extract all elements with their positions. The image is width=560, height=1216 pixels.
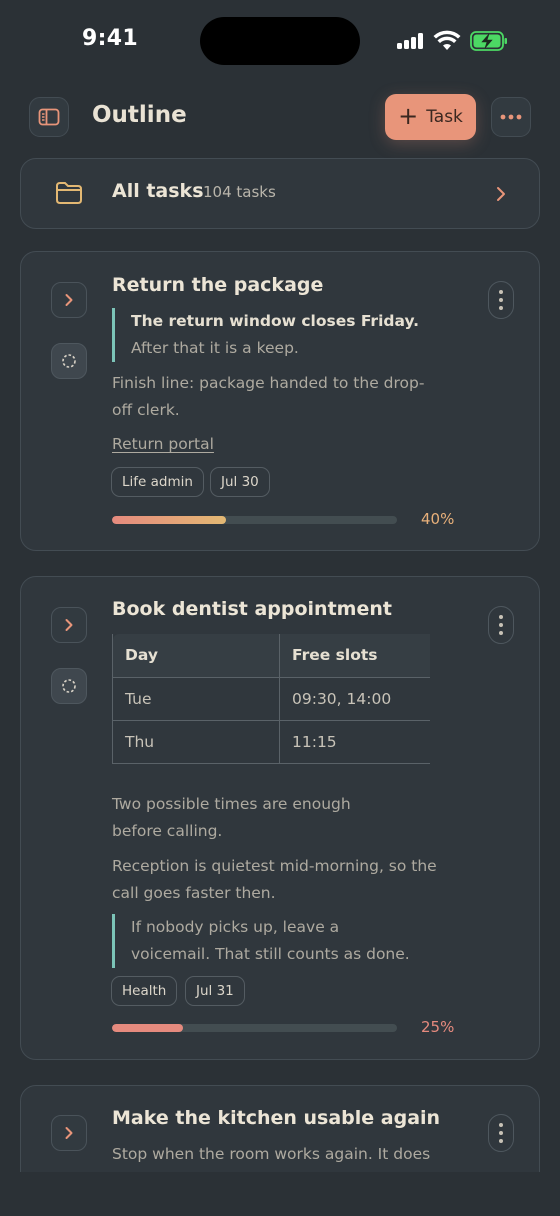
quote-emphasis: The return window closes Friday.	[131, 312, 420, 330]
progress-percent: 40%	[421, 510, 455, 528]
quote-text: After that it is a keep.	[131, 339, 299, 357]
add-task-button[interactable]: + Task	[385, 94, 476, 140]
date-chip[interactable]: Jul 30	[210, 467, 270, 497]
task-status-button[interactable]	[51, 343, 87, 379]
progress-percent: 25%	[421, 1018, 455, 1036]
expand-button[interactable]	[51, 607, 87, 643]
wifi-icon	[433, 30, 461, 50]
page-title: Outline	[92, 102, 187, 128]
table-header-row: Day Free slots	[112, 634, 430, 678]
more-options-button[interactable]	[491, 97, 531, 137]
progress-bar	[112, 1024, 397, 1032]
sidebar-toggle-button[interactable]	[29, 97, 69, 137]
task-title: Return the package	[112, 274, 324, 296]
chevron-right-icon	[65, 1127, 73, 1139]
task-title: Make the kitchen usable again	[112, 1107, 441, 1129]
task-status-button[interactable]	[51, 668, 87, 704]
task-note: Reception is quietest mid-morning, so th…	[112, 857, 437, 902]
task-description: Two possible times are enough before cal…	[112, 795, 351, 840]
return-portal-link[interactable]: Return portal	[112, 435, 214, 453]
chevron-right-icon	[65, 619, 73, 631]
table-row: Thu 11:15	[112, 719, 430, 764]
table-row: Tue 09:30, 14:00	[112, 676, 430, 721]
tag-chip[interactable]: Life admin	[111, 467, 204, 497]
chevron-right-icon	[497, 187, 505, 201]
all-tasks-count: 104 tasks	[203, 183, 276, 201]
table-header-cell: Day	[112, 634, 280, 678]
progress-fill	[112, 1024, 184, 1032]
all-tasks-row[interactable]	[20, 158, 540, 229]
chevron-right-icon	[65, 294, 73, 306]
expand-button[interactable]	[51, 1115, 87, 1151]
expand-button[interactable]	[51, 282, 87, 318]
table-cell: Thu	[112, 719, 280, 764]
progress-bar	[112, 516, 397, 524]
date-chip[interactable]: Jul 31	[185, 976, 245, 1006]
more-horizontal-icon	[500, 114, 522, 120]
sidebar-icon	[38, 108, 60, 126]
task-menu-button[interactable]	[488, 606, 514, 644]
free-slots-table: Day Free slots Tue 09:30, 14:00 Thu 11:1…	[112, 634, 430, 764]
folder-icon	[56, 182, 82, 204]
battery-charging-icon	[470, 31, 507, 51]
task-quote: The return window closes Friday. After t…	[112, 308, 430, 362]
task-menu-button[interactable]	[488, 1114, 514, 1152]
cellular-signal-icon	[397, 33, 425, 49]
dashed-circle-icon	[62, 679, 76, 693]
task-quote: If nobody picks up, leave a voicemail. T…	[112, 914, 422, 968]
all-tasks-label: All tasks	[112, 180, 204, 202]
progress-fill	[112, 516, 226, 524]
task-description: Finish line: package handed to the drop-…	[112, 374, 425, 419]
add-task-label: Task	[426, 107, 463, 127]
plus-icon: +	[398, 102, 419, 130]
task-description: Stop when the room works again. It does	[112, 1145, 431, 1163]
table-cell: Tue	[112, 676, 280, 721]
task-title: Book dentist appointment	[112, 598, 392, 620]
task-menu-button[interactable]	[488, 281, 514, 319]
status-time: 9:41	[82, 26, 138, 51]
table-cell: 09:30, 14:00	[279, 676, 430, 721]
scroll-clip	[0, 1172, 560, 1216]
dynamic-island	[200, 17, 360, 65]
table-header-cell: Free slots	[279, 634, 430, 678]
tag-chip[interactable]: Health	[111, 976, 178, 1006]
table-cell: 11:15	[279, 719, 430, 764]
dashed-circle-icon	[62, 354, 76, 368]
